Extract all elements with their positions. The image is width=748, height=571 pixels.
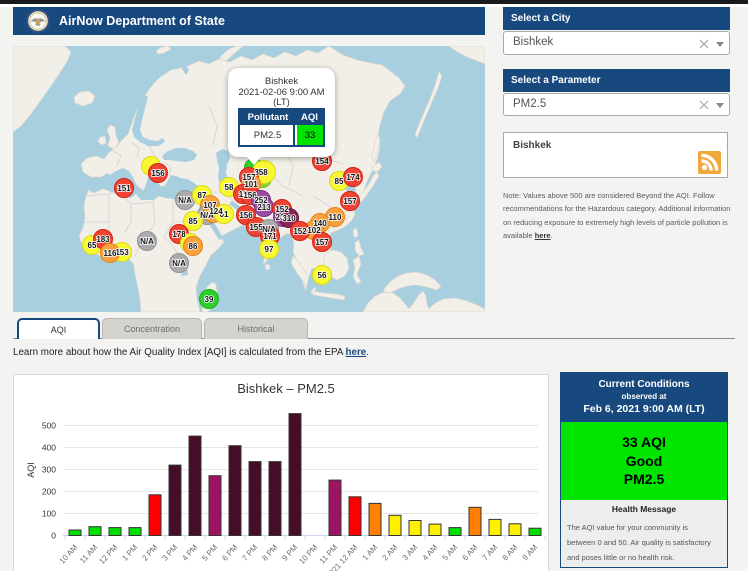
svg-text:200: 200 [42,487,56,497]
svg-text:6 AM: 6 AM [461,543,480,563]
svg-text:10 AM: 10 AM [58,543,80,566]
svg-text:178: 178 [172,230,186,239]
svg-text:100: 100 [42,509,56,519]
svg-text:157: 157 [343,197,357,206]
svg-text:156: 156 [151,169,165,178]
svg-text:183: 183 [96,235,110,244]
svg-text:N/A: N/A [178,196,192,205]
svg-text:174: 174 [346,173,360,182]
svg-text:10 PM: 10 PM [297,543,319,566]
svg-text:85: 85 [189,217,198,226]
svg-text:157: 157 [315,238,329,247]
svg-text:310: 310 [282,214,296,223]
svg-text:6 PM: 6 PM [220,543,239,563]
svg-text:56: 56 [318,271,327,280]
svg-text:400: 400 [42,443,56,453]
svg-text:1 AM: 1 AM [361,543,380,563]
svg-text:9 AM: 9 AM [521,543,540,563]
svg-text:4 PM: 4 PM [180,543,199,563]
svg-text:8 AM: 8 AM [501,543,520,563]
svg-text:N/A: N/A [172,259,186,268]
svg-text:116: 116 [104,249,117,258]
svg-text:N/A: N/A [140,237,154,246]
svg-text:171: 171 [263,232,277,241]
svg-text:11 AM: 11 AM [78,543,100,566]
svg-text:124: 124 [209,207,223,216]
svg-text:7 AM: 7 AM [481,543,500,563]
svg-text:AQI: AQI [26,462,36,478]
svg-text:2 AM: 2 AM [381,543,400,563]
svg-text:0: 0 [51,531,56,541]
svg-text:213: 213 [257,203,271,212]
svg-text:154: 154 [315,157,329,166]
svg-text:97: 97 [265,245,274,254]
svg-text:5 PM: 5 PM [200,543,219,563]
svg-text:39: 39 [205,295,214,304]
svg-text:4 AM: 4 AM [421,543,440,563]
svg-text:153: 153 [115,248,129,257]
svg-text:8 PM: 8 PM [260,543,279,563]
svg-text:2 PM: 2 PM [140,543,159,563]
svg-text:358: 358 [254,168,268,177]
svg-text:156: 156 [239,211,253,220]
svg-text:3 PM: 3 PM [160,543,179,563]
svg-text:5 AM: 5 AM [441,543,460,563]
svg-text:85: 85 [335,177,344,186]
svg-text:110: 110 [329,213,342,222]
svg-text:87: 87 [198,191,207,200]
svg-text:58: 58 [225,183,234,192]
svg-text:152: 152 [293,227,307,236]
svg-text:12 PM: 12 PM [97,543,119,566]
svg-text:300: 300 [42,465,56,475]
svg-text:151: 151 [117,184,131,193]
svg-text:101: 101 [244,180,258,189]
svg-text:3 AM: 3 AM [401,543,420,563]
svg-text:102: 102 [307,226,321,235]
svg-text:7 PM: 7 PM [240,543,259,563]
svg-text:1 PM: 1 PM [120,543,139,563]
svg-text:86: 86 [189,242,198,251]
svg-text:500: 500 [42,421,56,431]
